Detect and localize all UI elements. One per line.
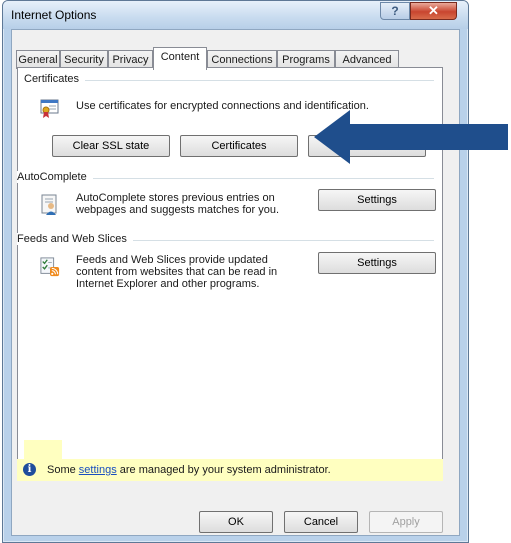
autocomplete-description-line-2: webpages and suggests matches for you. bbox=[76, 204, 280, 216]
settings-link[interactable]: settings bbox=[79, 464, 117, 476]
feeds-icon bbox=[40, 257, 60, 277]
help-button[interactable]: ? bbox=[380, 2, 410, 20]
autocomplete-icon bbox=[41, 194, 57, 215]
feeds-heading: Feeds and Web Slices bbox=[17, 233, 133, 245]
ok-button[interactable]: OK bbox=[199, 511, 273, 533]
cancel-button[interactable]: Cancel bbox=[284, 511, 358, 533]
autocomplete-description-line-1: AutoComplete stores previous entries on bbox=[76, 192, 275, 204]
annotation-arrow bbox=[314, 110, 508, 164]
feeds-description-line-1: Feeds and Web Slices provide updated bbox=[76, 254, 268, 266]
certificate-icon bbox=[40, 99, 59, 118]
apply-button[interactable]: Apply bbox=[369, 511, 443, 533]
certificates-button[interactable]: Certificates bbox=[180, 135, 298, 157]
certificates-group-line bbox=[26, 80, 434, 81]
tab-content[interactable]: Content bbox=[153, 47, 207, 70]
feeds-description-line-3: Internet Explorer and other programs. bbox=[76, 278, 260, 290]
info-icon: i bbox=[23, 463, 36, 476]
certificates-heading: Certificates bbox=[24, 73, 86, 85]
autocomplete-settings-button[interactable]: Settings bbox=[318, 189, 436, 211]
close-button[interactable]: ✕ bbox=[410, 2, 457, 20]
admin-info-text: Some settings are managed by your system… bbox=[47, 464, 331, 476]
clear-ssl-state-button[interactable]: Clear SSL state bbox=[52, 135, 170, 157]
autocomplete-heading: AutoComplete bbox=[17, 171, 93, 183]
title-bar[interactable]: Internet Options ? ✕ bbox=[3, 1, 468, 29]
internet-options-window: Internet Options ? ✕ General Security Pr… bbox=[2, 0, 469, 543]
admin-info-bar: i Some settings are managed by your syst… bbox=[17, 459, 443, 481]
feeds-settings-button[interactable]: Settings bbox=[318, 252, 436, 274]
window-title: Internet Options bbox=[11, 8, 97, 22]
feeds-description-line-2: content from websites that can be read i… bbox=[76, 266, 278, 278]
